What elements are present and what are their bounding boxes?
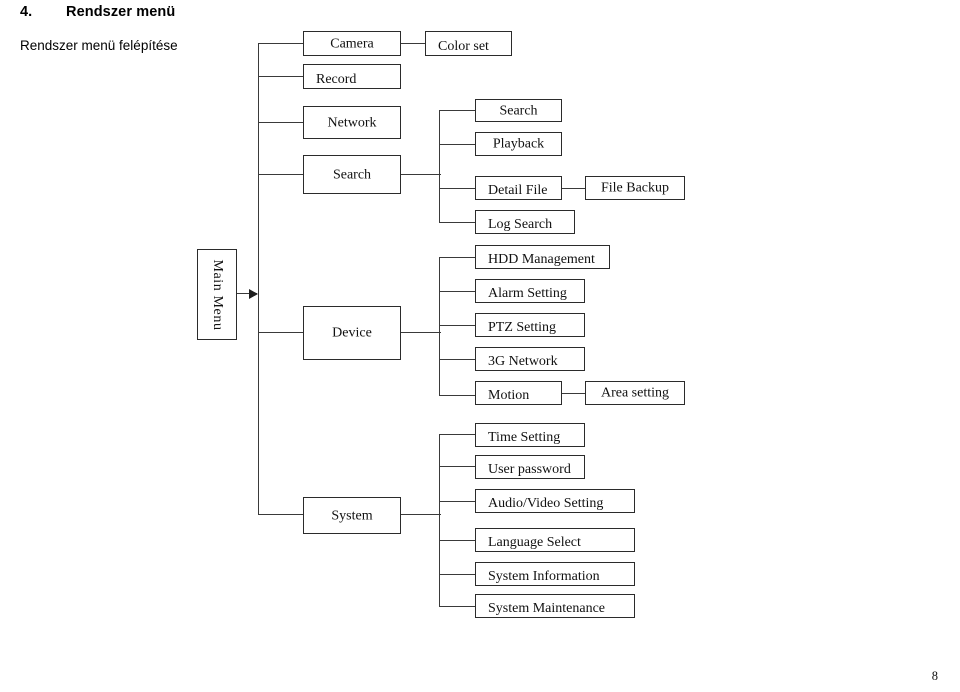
connector-system-bus [401,514,441,516]
connector-trunk-camera [258,43,304,45]
connector-system-spine [439,434,441,606]
node-file-backup-label: File Backup [600,180,670,196]
connector-trunk [258,43,260,515]
node-hdd-management: HDD Management [475,245,610,269]
node-audio-video-setting-label: Audio/Video Setting [488,495,604,511]
node-alarm-setting: Alarm Setting [475,279,585,303]
page-number: 8 [931,669,938,683]
connector-trunk-system [258,514,304,516]
node-ptz-setting: PTZ Setting [475,313,585,337]
node-user-password: User password [475,455,585,479]
connector-device-motion [439,395,476,397]
connector-system-audio [439,501,476,503]
node-device-label: Device [332,325,372,341]
connector-device-alarm [439,291,476,293]
connector-system-time [439,434,476,436]
node-color-set: Color set [425,31,512,56]
node-system-maintenance: System Maintenance [475,594,635,618]
connector-camera-colorset [401,43,426,45]
connector-trunk-device [258,332,304,334]
connector-motion-areasetting [562,393,586,395]
node-playback-label: Playback [492,136,545,152]
node-camera: Camera [303,31,401,56]
connector-system-language [439,540,476,542]
connector-trunk-search [258,174,304,176]
node-3g-network-label: 3G Network [488,353,558,369]
node-time-setting-label: Time Setting [488,429,561,445]
connector-detailfile-filebackup [562,188,586,190]
node-log-search-label: Log Search [488,216,553,232]
node-search-search: Search [475,99,562,122]
node-main-menu-label: Main Menu [210,258,225,331]
node-system: System [303,497,401,534]
node-system-maintenance-label: System Maintenance [488,600,606,616]
node-area-setting-label: Area setting [600,385,670,401]
connector-search-logsearch [439,222,476,224]
connector-search-bus [401,174,441,176]
node-hdd-management-label: HDD Management [488,251,595,267]
node-language-select-label: Language Select [488,534,581,550]
connector-search-playback [439,144,476,146]
node-color-set-label: Color set [438,38,489,54]
node-camera-label: Camera [330,36,374,52]
node-search: Search [303,155,401,194]
node-system-information: System Information [475,562,635,586]
node-user-password-label: User password [488,461,571,477]
node-area-setting: Area setting [585,381,685,405]
node-3g-network: 3G Network [475,347,585,371]
node-record: Record [303,64,401,89]
node-ptz-setting-label: PTZ Setting [488,319,557,335]
node-system-information-label: System Information [488,568,600,584]
node-motion: Motion [475,381,562,405]
connector-system-user [439,466,476,468]
connector-search-spine [439,110,441,222]
connector-search-detailfile [439,188,476,190]
menu-tree-diagram: Main Menu Camera Record Network Search D… [0,0,960,660]
connector-device-spine [439,257,441,396]
node-record-label: Record [316,71,357,87]
connector-trunk-network [258,122,304,124]
connector-system-maintenance [439,606,476,608]
node-search-search-label: Search [499,103,538,119]
connector-device-3g [439,359,476,361]
connector-search-search [439,110,476,112]
node-playback: Playback [475,132,562,156]
arrow-head-icon [249,289,258,299]
node-file-backup: File Backup [585,176,685,200]
node-language-select: Language Select [475,528,635,552]
connector-device-bus [401,332,441,334]
node-alarm-setting-label: Alarm Setting [488,285,567,301]
connector-device-ptz [439,325,476,327]
node-device: Device [303,306,401,360]
node-system-label: System [331,508,373,524]
node-log-search: Log Search [475,210,575,234]
node-search-label: Search [332,167,372,183]
node-network: Network [303,106,401,139]
node-main-menu: Main Menu [197,249,237,340]
node-detail-file-label: Detail File [488,182,548,198]
node-motion-label: Motion [488,387,530,403]
connector-system-info [439,574,476,576]
node-time-setting: Time Setting [475,423,585,447]
node-audio-video-setting: Audio/Video Setting [475,489,635,513]
connector-trunk-record [258,76,304,78]
node-network-label: Network [327,115,377,131]
connector-device-hdd [439,257,476,259]
node-detail-file: Detail File [475,176,562,200]
